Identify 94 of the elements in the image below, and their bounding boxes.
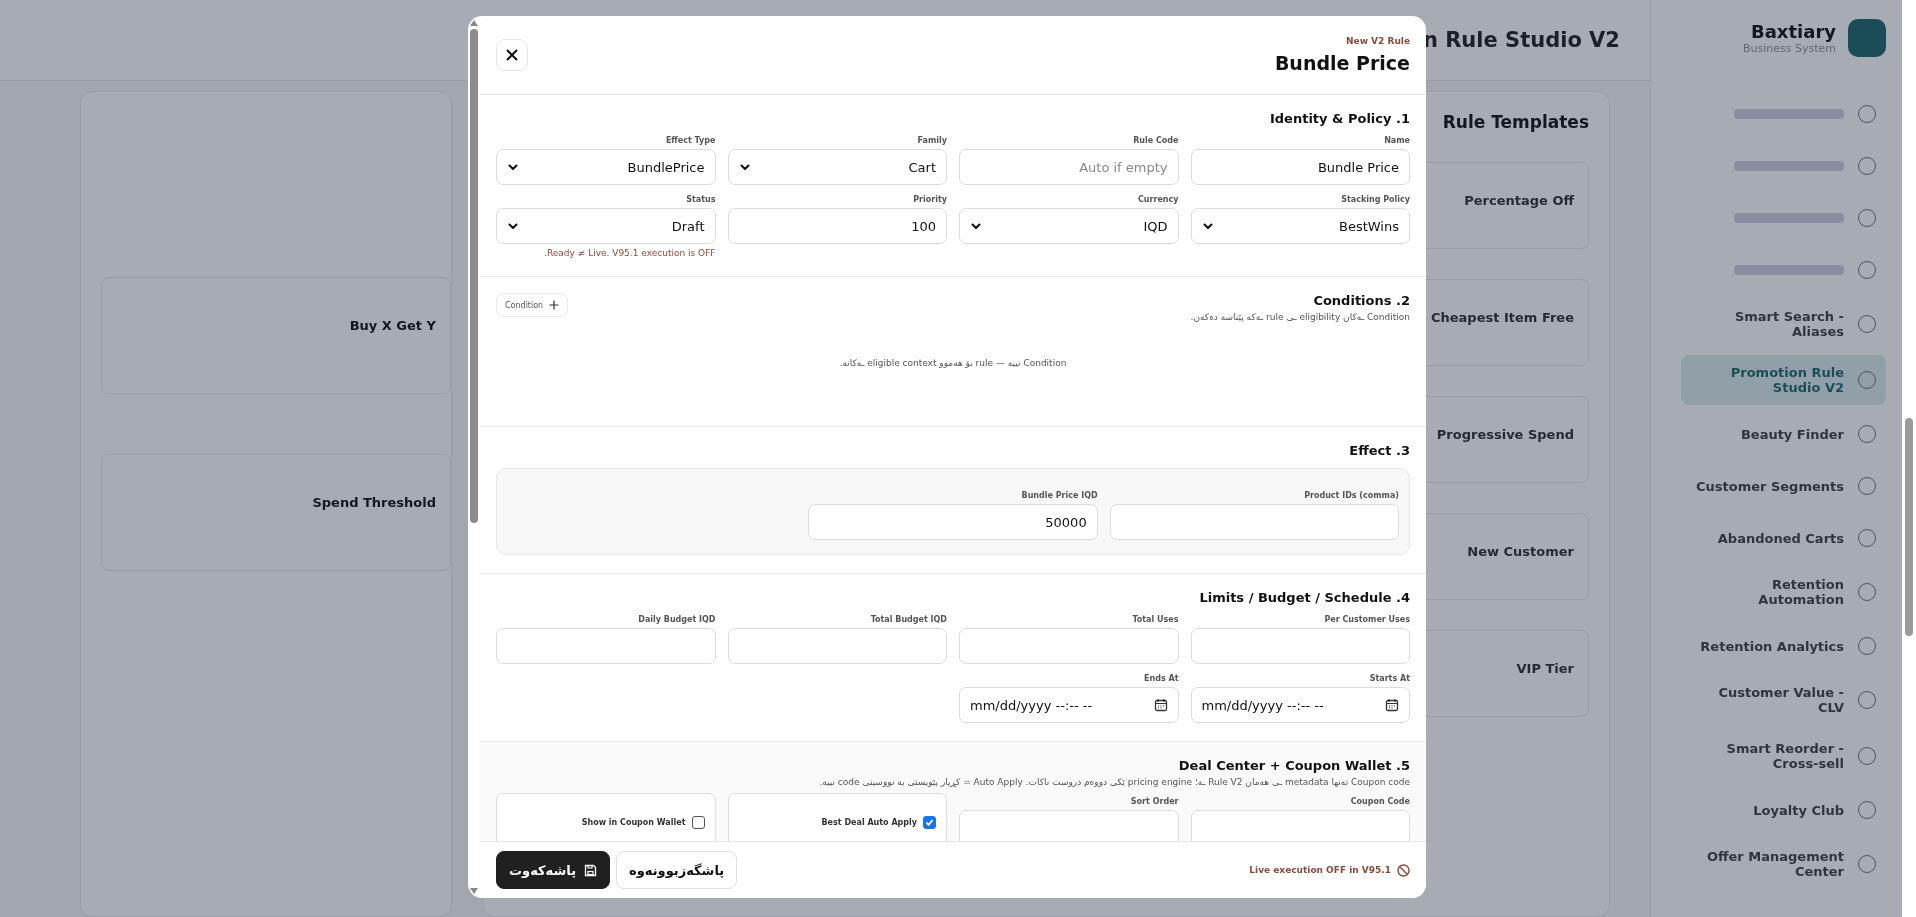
sidebar-item[interactable]: Customer Value - CLV	[1681, 675, 1886, 725]
section-title: 5. Deal Center + Coupon Wallet	[1177, 758, 1410, 773]
field-label: Product IDs (comma)	[1303, 491, 1399, 500]
calendar-icon	[1153, 698, 1168, 712]
text-field[interactable]	[959, 628, 1179, 664]
close-icon	[505, 48, 519, 62]
text-field[interactable]: 50000	[808, 504, 1098, 540]
text-field[interactable]	[959, 810, 1179, 841]
field-label: Starts At	[1368, 674, 1410, 683]
prohibited-icon	[1397, 863, 1410, 877]
chevron-down-icon	[507, 220, 519, 232]
text-field[interactable]: 100	[727, 208, 947, 244]
chevron-down-icon	[738, 161, 751, 173]
brand-name: Baxtiary	[1750, 20, 1836, 42]
add-condition-button[interactable]: Condition	[496, 293, 569, 317]
field-label: Bundle Price IQD	[1020, 491, 1098, 500]
sidebar-item[interactable]: Offer Management Center	[1681, 839, 1886, 889]
brand-subtitle: Business System	[1742, 41, 1836, 55]
field-label: Total Budget IQD	[869, 615, 947, 624]
sidebar-item[interactable]: Beauty Finder	[1681, 411, 1886, 457]
warning-note: Ready ≠ Live. V95.1 execution is OFF.	[543, 248, 716, 258]
field-label: Priority	[912, 195, 947, 204]
template-card[interactable]: Buy X Get Y	[101, 277, 451, 394]
section-title: 2. Conditions	[1312, 293, 1410, 308]
page-scrollbar[interactable]	[1902, 0, 1916, 917]
date-time-field[interactable]: mm/dd/yyyy --:-- --	[1190, 687, 1410, 723]
checkbox-label: Best Deal Auto Apply	[821, 817, 917, 827]
card-title: New Customer	[1467, 544, 1574, 559]
save-button[interactable]: پاشەکەوت	[496, 851, 611, 889]
checkbox-label: Show in Coupon Wallet	[581, 817, 686, 827]
sidebar-item[interactable]: Customer Segments	[1681, 463, 1886, 509]
field-label: Effect Type	[664, 136, 716, 145]
field-label: Stacking Policy	[1340, 195, 1410, 204]
scroll-down-icon[interactable]	[470, 888, 478, 894]
empty-state-text: Condition نییە — rule بۆ هەموو eligible context ـەکانە.	[838, 357, 1068, 370]
field-label: Sort Order	[1129, 797, 1179, 806]
cancel-button[interactable]: پاشگەزبوونەوە	[616, 851, 738, 889]
sidebar-item[interactable]: Retention Analytics	[1681, 623, 1886, 669]
calendar-icon	[1385, 698, 1399, 712]
sidebar-item[interactable]: Loyalty Club	[1681, 787, 1886, 833]
status-text: Live execution OFF in V95.1	[1249, 865, 1391, 875]
card-title: VIP Tier	[1516, 661, 1574, 676]
text-field[interactable]	[1190, 810, 1410, 841]
field-label: Ends At	[1143, 674, 1179, 683]
sidebar-item[interactable]: Retention Automation	[1681, 567, 1886, 617]
field-label: Coupon Code	[1349, 797, 1410, 806]
date-time-field[interactable]: mm/dd/yyyy --:-- --	[959, 687, 1179, 723]
card-title: Percentage Off	[1464, 193, 1574, 208]
field-label: Name	[1383, 136, 1410, 145]
section-description: Coupon code تەنها metadata ـی هەمان Rule V2 ـە؛ pricing engine ێکی دووەم دروست ناکات. Auto Apply = کڕیار پێویستی بە نووسینی code نییە.	[819, 777, 1410, 787]
logo-icon	[1848, 18, 1886, 57]
text-field[interactable]: Auto if empty	[959, 149, 1179, 185]
card-title: Spend Threshold	[312, 495, 436, 510]
section-title: 4. Limits / Budget / Schedule	[1199, 590, 1410, 605]
dialog-eyebrow: New V2 Rule	[1345, 36, 1410, 46]
text-field[interactable]	[1190, 628, 1410, 664]
field-label: Total Uses	[1131, 615, 1179, 624]
text-field[interactable]	[496, 628, 716, 664]
card-title: Buy X Get Y	[349, 318, 436, 333]
save-icon	[584, 863, 598, 877]
checkbox[interactable]	[691, 815, 705, 829]
dropdown[interactable]: IQD	[959, 208, 1179, 244]
field-label: Currency	[1136, 195, 1179, 204]
field-label: Family	[916, 136, 947, 145]
sidebar-item[interactable]: Abandoned Carts	[1681, 515, 1886, 561]
close-button[interactable]	[496, 39, 528, 71]
field-label: Status	[685, 195, 716, 204]
card-title: Cheapest Item Free	[1430, 310, 1574, 325]
field-label: Rule Code	[1132, 136, 1179, 145]
sidebar-item[interactable]: Smart Search - Aliases	[1681, 299, 1886, 349]
dropdown[interactable]: Draft	[496, 208, 716, 244]
field-label: Daily Budget IQD	[637, 615, 716, 624]
text-field[interactable]	[1109, 504, 1399, 540]
checkbox[interactable]	[923, 815, 936, 829]
section-description: Condition ـەکان eligibility ـی rule ـەکە پێناسە دەکەن.	[1190, 312, 1410, 322]
section-title: 1. Identity & Policy	[1269, 111, 1410, 126]
dialog-title: Bundle Price	[1274, 52, 1410, 74]
dropdown[interactable]: BestWins	[1190, 208, 1410, 244]
chevron-down-icon	[970, 220, 982, 232]
card-title: Progressive Spend	[1436, 427, 1574, 442]
template-card[interactable]: Spend Threshold	[101, 454, 451, 571]
panel-title: Rule Templates	[1442, 112, 1589, 132]
text-field[interactable]	[727, 628, 947, 664]
chevron-down-icon	[507, 161, 519, 173]
chevron-down-icon	[1201, 220, 1214, 232]
dropdown[interactable]: Cart	[727, 149, 947, 185]
sidebar-item[interactable]: Smart Reorder - Cross-sell	[1681, 731, 1886, 781]
text-field[interactable]: Bundle Price	[1190, 149, 1410, 185]
sidebar-item[interactable]: Promotion Rule Studio V2	[1681, 355, 1886, 405]
field-label: Per Customer Uses	[1323, 615, 1410, 624]
dropdown[interactable]: BundlePrice	[496, 149, 716, 185]
plus-icon	[549, 300, 560, 310]
scroll-up-icon[interactable]	[470, 20, 478, 26]
section-title: 3. Effect	[1349, 443, 1410, 458]
